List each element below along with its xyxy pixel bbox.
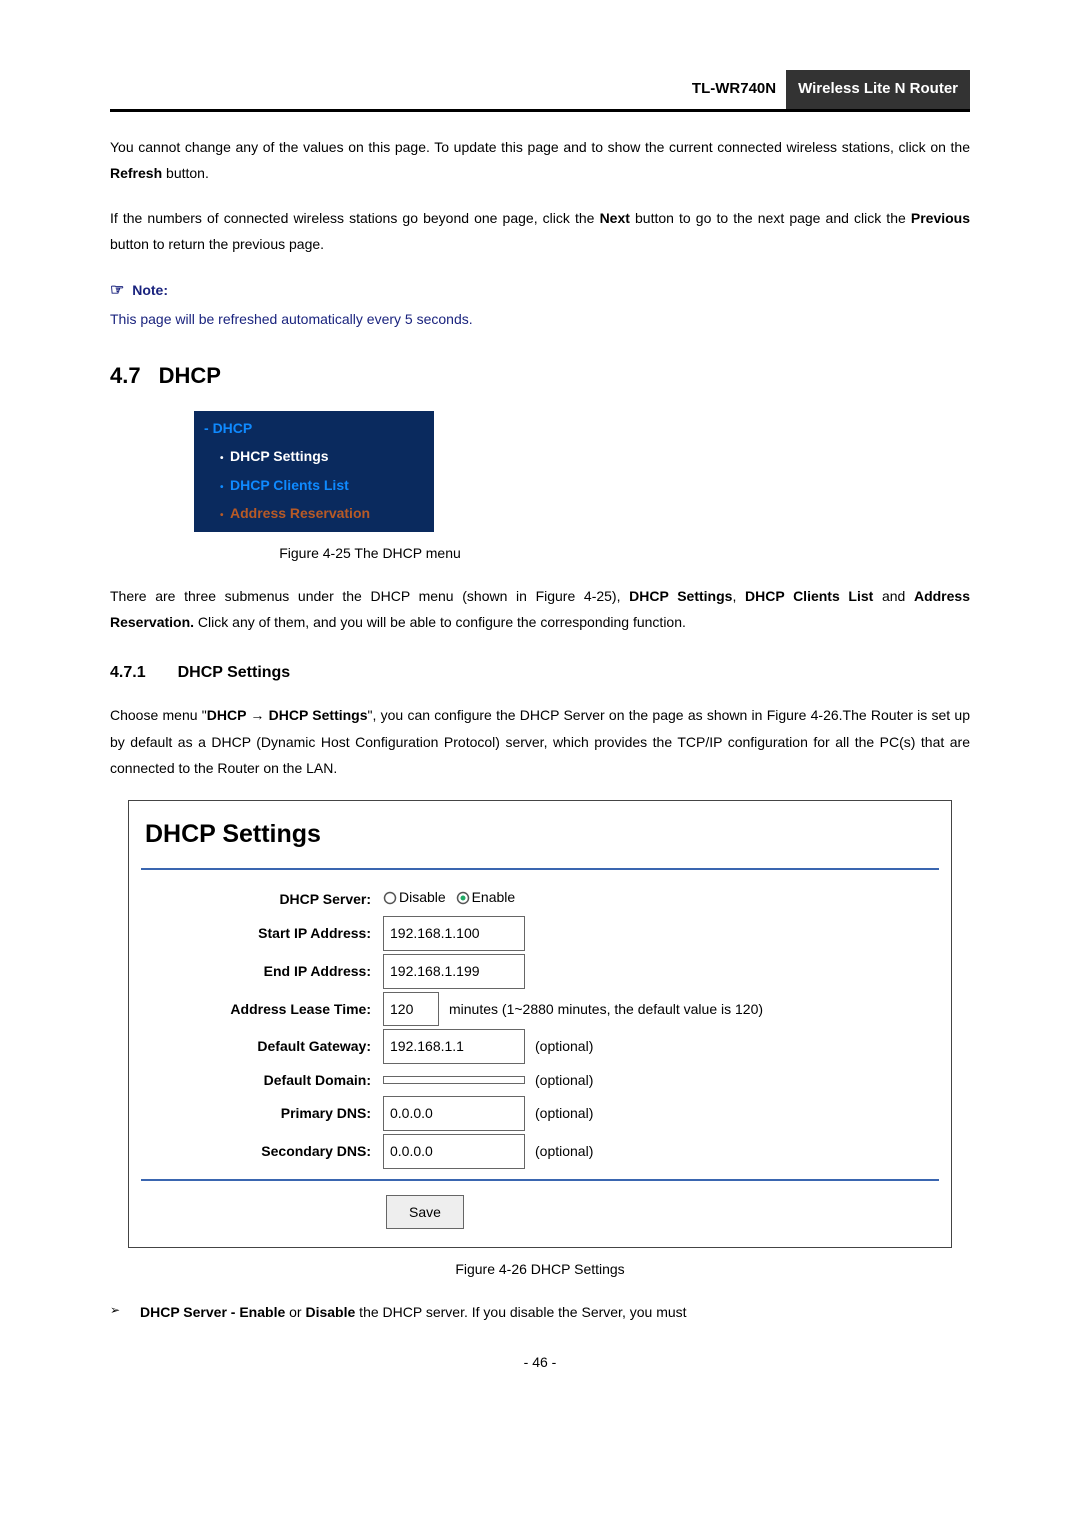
divider	[141, 1179, 939, 1181]
label-default-domain: Default Domain:	[141, 1067, 383, 1094]
save-button[interactable]: Save	[386, 1195, 464, 1230]
page-number: - 46 -	[110, 1349, 970, 1376]
subsection-heading-dhcp-settings: 4.7.1DHCP Settings	[110, 658, 970, 688]
radio-enable[interactable]: Enable	[456, 884, 516, 911]
product-label: Wireless Lite N Router	[786, 70, 970, 109]
input-end-ip[interactable]: 192.168.1.199	[383, 954, 525, 989]
radio-on-icon	[456, 891, 470, 905]
lease-hint: minutes (1~2880 minutes, the default val…	[439, 996, 763, 1023]
bullet-dhcp-server: ➢ DHCP Server - Enable or Disable the DH…	[110, 1299, 970, 1326]
radio-disable[interactable]: Disable	[383, 884, 446, 911]
label-primary-dns: Primary DNS:	[141, 1100, 383, 1127]
input-lease-time[interactable]: 120	[383, 992, 439, 1027]
paragraph-submenus: There are three submenus under the DHCP …	[110, 583, 970, 636]
label-start-ip: Start IP Address:	[141, 920, 383, 947]
note-title: Note:	[132, 282, 168, 298]
menu-item-dhcp-clients-list: •DHCP Clients List	[204, 471, 434, 500]
primary-dns-hint: (optional)	[525, 1100, 593, 1127]
dhcp-settings-title: DHCP Settings	[145, 811, 939, 859]
dhcp-settings-figure: DHCP Settings DHCP Server: Disable Enabl…	[128, 800, 952, 1248]
section-heading-dhcp: 4.7DHCP	[110, 355, 970, 397]
note-block: ☞ Note: This page will be refreshed auto…	[110, 276, 970, 333]
figure-4-26-caption: Figure 4-26 DHCP Settings	[110, 1256, 970, 1283]
menu-item-address-reservation: •Address Reservation	[204, 499, 434, 528]
secondary-dns-hint: (optional)	[525, 1138, 593, 1165]
label-secondary-dns: Secondary DNS:	[141, 1138, 383, 1165]
menu-item-dhcp-settings: •DHCP Settings	[204, 442, 434, 471]
label-end-ip: End IP Address:	[141, 958, 383, 985]
radio-off-icon	[383, 891, 397, 905]
paragraph-nextprev: If the numbers of connected wireless sta…	[110, 205, 970, 258]
label-default-gateway: Default Gateway:	[141, 1033, 383, 1060]
note-icon: ☞	[110, 276, 124, 306]
domain-hint: (optional)	[525, 1067, 593, 1094]
figure-4-25-caption: Figure 4-25 The DHCP menu	[170, 540, 570, 567]
bullet-icon: ➢	[110, 1299, 140, 1322]
label-dhcp-server: DHCP Server:	[141, 886, 383, 913]
paragraph-refresh: You cannot change any of the values on t…	[110, 134, 970, 187]
note-body: This page will be refreshed automaticall…	[110, 306, 970, 333]
divider	[141, 868, 939, 870]
input-start-ip[interactable]: 192.168.1.100	[383, 916, 525, 951]
model-label: TL-WR740N	[682, 71, 786, 108]
dhcp-menu-figure: - DHCP •DHCP Settings •DHCP Clients List…	[194, 411, 434, 532]
paragraph-choose-menu: Choose menu "DHCP → DHCP Settings", you …	[110, 702, 970, 782]
input-default-domain[interactable]	[383, 1076, 525, 1084]
input-primary-dns[interactable]: 0.0.0.0	[383, 1096, 525, 1131]
page-header: TL-WR740N Wireless Lite N Router	[110, 70, 970, 112]
gateway-hint: (optional)	[525, 1033, 593, 1060]
label-lease-time: Address Lease Time:	[141, 996, 383, 1023]
input-secondary-dns[interactable]: 0.0.0.0	[383, 1134, 525, 1169]
input-default-gateway[interactable]: 192.168.1.1	[383, 1029, 525, 1064]
